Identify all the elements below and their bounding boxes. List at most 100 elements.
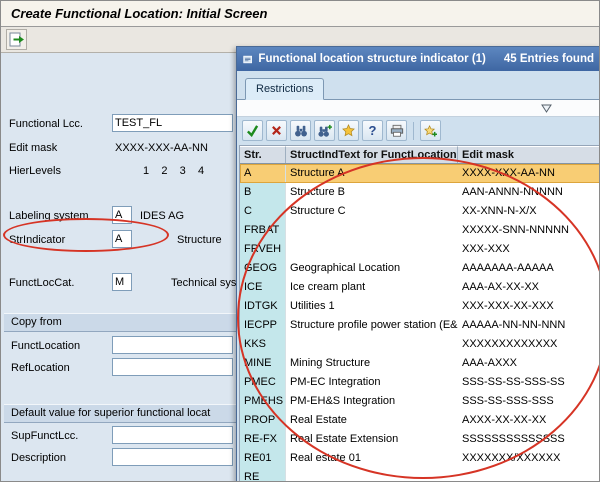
check-icon	[246, 124, 259, 137]
row-mask-value: XXXXX-SNN-NNNNN	[458, 221, 600, 240]
hier-levels-label: HierLevels	[9, 165, 61, 177]
row-str-value: PROP	[240, 411, 286, 430]
sup-funct-loc-label: SupFunctLcc.	[11, 430, 78, 442]
column-header-text[interactable]: StructIndText for FunctLocations	[286, 146, 458, 163]
ref-location-label: RefLocation	[11, 362, 70, 374]
str-indicator-label: StrIndicator	[9, 234, 65, 246]
row-mask-value: SSS-SS-SSS-SSS	[458, 392, 600, 411]
table-row[interactable]: FRBAT XXXXX-SNN-NNNNN	[240, 221, 600, 240]
row-str-value: FRBAT	[240, 221, 286, 240]
personal-list-button[interactable]	[420, 120, 441, 141]
expand-arrow-icon[interactable]	[541, 104, 552, 113]
description-input[interactable]	[112, 448, 233, 466]
sup-funct-loc-input[interactable]	[112, 426, 233, 444]
table-row[interactable]: FRVEH XXX-XXX	[240, 240, 600, 259]
find-next-button[interactable]	[314, 120, 335, 141]
edit-mask-value: XXXX-XXX-AA-NN	[115, 142, 208, 154]
row-mask-value: AXXX-XX-XX-XX	[458, 411, 600, 430]
row-mask-value	[458, 468, 600, 482]
row-str-value: RE01	[240, 449, 286, 468]
description-label: Description	[11, 452, 66, 464]
row-str-value: PMEHS	[240, 392, 286, 411]
row-text-value: Structure B	[286, 183, 458, 202]
table-body: A Structure A XXXX-XXX-AA-NN B Structure…	[240, 164, 600, 482]
table-row[interactable]: IECPP Structure profile power station (E…	[240, 316, 600, 335]
print-button[interactable]	[386, 120, 407, 141]
question-icon: ?	[369, 123, 377, 138]
labeling-system-desc: IDES AG	[140, 210, 184, 222]
str-indicator-input[interactable]: A	[112, 230, 132, 248]
table-row[interactable]: GEOG Geographical Location AAAAAAA-AAAAA	[240, 259, 600, 278]
binoculars-icon	[294, 124, 308, 138]
row-text-value: PM-EC Integration	[286, 373, 458, 392]
funct-loc-cat-desc: Technical syste	[171, 277, 246, 289]
table-row[interactable]: RE	[240, 468, 600, 482]
row-str-value: C	[240, 202, 286, 221]
dialog-title-bar[interactable]: Functional location structure indicator …	[237, 47, 600, 71]
restrictions-collapsed-area	[237, 100, 600, 117]
help-button[interactable]: ?	[362, 120, 383, 141]
row-str-value: A	[240, 164, 286, 183]
table-row[interactable]: C Structure C XX-XNN-N-X/X	[240, 202, 600, 221]
table-row[interactable]: B Structure B AAN-ANNN-NNNNN	[240, 183, 600, 202]
labeling-system-input[interactable]: A	[112, 206, 132, 224]
row-text-value: Structure C	[286, 202, 458, 221]
row-mask-value: SSS-SS-SS-SSS-SS	[458, 373, 600, 392]
row-mask-value: AAAAA-NN-NN-NNN	[458, 316, 600, 335]
printer-icon	[390, 124, 404, 138]
table-row[interactable]: RE01 Real estate 01 XXXXXXX/XXXXXX	[240, 449, 600, 468]
refresh-icon	[8, 31, 25, 48]
cancel-button[interactable]	[266, 120, 287, 141]
row-mask-value: SSSSSSSSSSSSSS	[458, 430, 600, 449]
value-help-dialog: Functional location structure indicator …	[236, 46, 600, 482]
row-text-value	[286, 221, 458, 240]
find-button[interactable]	[290, 120, 311, 141]
row-str-value: FRVEH	[240, 240, 286, 259]
tab-restrictions[interactable]: Restrictions	[245, 78, 324, 100]
table-row[interactable]: ICE Ice cream plant AAA-AX-XX-XX	[240, 278, 600, 297]
table-row[interactable]: IDTGK Utilities 1 XXX-XXX-XX-XXX	[240, 297, 600, 316]
table-row[interactable]: PROP Real Estate AXXX-XX-XX-XX	[240, 411, 600, 430]
row-str-value: RE-FX	[240, 430, 286, 449]
edit-mask-label: Edit mask	[9, 142, 57, 154]
row-mask-value: XX-XNN-N-X/X	[458, 202, 600, 221]
row-text-value	[286, 335, 458, 354]
table-row[interactable]: RE-FX Real Estate Extension SSSSSSSSSSSS…	[240, 430, 600, 449]
str-indicator-desc: Structure	[177, 234, 222, 246]
result-table: Str. StructIndText for FunctLocations Ed…	[239, 145, 600, 482]
row-str-value: RE	[240, 468, 286, 482]
funct-loc-cat-input[interactable]: M	[112, 273, 132, 291]
row-mask-value: XXXXXXX/XXXXXX	[458, 449, 600, 468]
labeling-system-label: Labeling system	[9, 210, 89, 222]
row-str-value: MINE	[240, 354, 286, 373]
funct-location-input[interactable]	[112, 336, 233, 354]
row-text-value: Mining Structure	[286, 354, 458, 373]
table-row[interactable]: A Structure A XXXX-XXX-AA-NN	[240, 164, 600, 183]
binoculars-plus-icon	[318, 124, 332, 138]
funct-location-label: FunctLocation	[11, 340, 80, 352]
row-text-value: Structure A	[286, 164, 458, 183]
row-str-value: IECPP	[240, 316, 286, 335]
tab-strip: Restrictions	[237, 71, 600, 100]
accept-button[interactable]	[242, 120, 263, 141]
sap-screen: Create Functional Location: Initial Scre…	[0, 0, 600, 482]
favorites-button[interactable]	[338, 120, 359, 141]
x-icon	[271, 125, 282, 136]
row-str-value: PMEC	[240, 373, 286, 392]
hier-levels-value: 1 2 3 4	[143, 165, 204, 177]
row-mask-value: XXXX-XXX-AA-NN	[458, 164, 600, 183]
ref-location-input[interactable]	[112, 358, 233, 376]
window-title-bar: Create Functional Location: Initial Scre…	[1, 1, 599, 27]
table-row[interactable]: KKS XXXXXXXXXXXXX	[240, 335, 600, 354]
row-str-value: GEOG	[240, 259, 286, 278]
refresh-button[interactable]	[6, 29, 27, 50]
table-row[interactable]: PMEHS PM-EH&S Integration SSS-SS-SSS-SSS	[240, 392, 600, 411]
column-header-str[interactable]: Str.	[240, 146, 286, 163]
table-row[interactable]: PMEC PM-EC Integration SSS-SS-SS-SSS-SS	[240, 373, 600, 392]
row-str-value: ICE	[240, 278, 286, 297]
functional-loc-input[interactable]: TEST_FL	[112, 114, 233, 132]
row-text-value: Ice cream plant	[286, 278, 458, 297]
table-row[interactable]: MINE Mining Structure AAA-AXXX	[240, 354, 600, 373]
dialog-list-icon	[243, 53, 252, 66]
column-header-mask[interactable]: Edit mask	[458, 146, 600, 163]
